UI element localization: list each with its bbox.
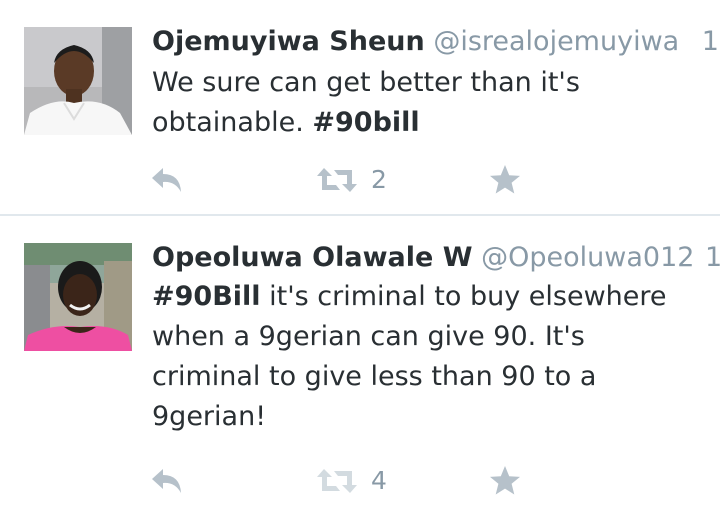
timestamp[interactable]: 1d — [702, 26, 720, 57]
timestamp[interactable]: 1d — [705, 242, 720, 273]
retweet-count: 2 — [371, 165, 387, 194]
favorite-star-icon[interactable] — [489, 164, 521, 196]
author-name[interactable]: Opeoluwa Olawale W — [152, 242, 473, 273]
hashtag-link[interactable]: #90Bill — [152, 281, 261, 312]
author-handle[interactable]: @Opeoluwa012 — [481, 242, 694, 273]
retweet-count: 4 — [371, 466, 387, 495]
tweet-item[interactable]: Opeoluwa Olawale W @Opeoluwa012 1d #90Bi… — [0, 216, 720, 507]
tweet-text: We sure can get better than it's obtaina… — [152, 63, 692, 143]
tweet-header: Opeoluwa Olawale W @Opeoluwa012 1d — [152, 240, 720, 276]
reply-icon[interactable] — [150, 166, 184, 194]
hashtag-link[interactable]: #90bill — [312, 107, 419, 138]
author-name[interactable]: Ojemuyiwa Sheun — [152, 26, 425, 57]
tweet-header: Ojemuyiwa Sheun @isrealojemuyiwa 1d — [152, 24, 720, 60]
avatar[interactable] — [24, 27, 132, 135]
retweet-icon[interactable] — [316, 166, 358, 194]
favorite-star-icon[interactable] — [489, 465, 521, 497]
author-handle[interactable]: @isrealojemuyiwa — [433, 26, 679, 57]
tweet-item[interactable]: Ojemuyiwa Sheun @isrealojemuyiwa 1d We s… — [0, 0, 720, 215]
tweet-actions: 4 — [0, 461, 720, 501]
reply-icon[interactable] — [150, 467, 184, 495]
tweet-text: #90Bill it's criminal to buy elsewhere w… — [152, 277, 692, 437]
avatar[interactable] — [24, 243, 132, 351]
retweet-icon[interactable] — [316, 467, 358, 495]
tweet-actions: 2 — [0, 160, 720, 200]
